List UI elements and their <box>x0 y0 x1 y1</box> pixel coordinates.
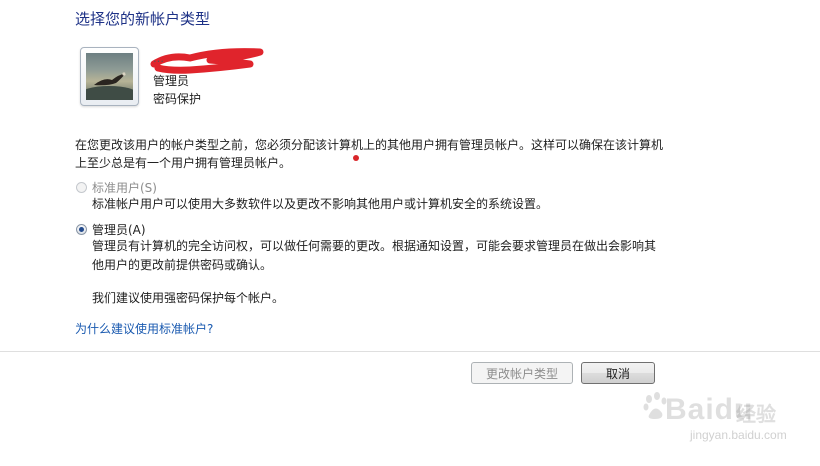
account-name: … <box>153 52 164 65</box>
account-type: 管理员 <box>153 74 190 88</box>
baidu-paw-icon <box>643 392 667 419</box>
eagle-picture-icon <box>86 53 133 100</box>
standard-user-radio[interactable] <box>76 182 87 193</box>
change-type-description: 在您更改该用户的帐户类型之前，您必须分配该计算机上的其他用户拥有管理员帐户。这样… <box>75 138 664 170</box>
account-protection: 密码保护 <box>153 92 202 106</box>
red-annotation-dot <box>353 155 359 161</box>
footer-divider <box>0 351 820 352</box>
why-standard-account-link[interactable]: 为什么建议使用标准帐户? <box>75 320 213 337</box>
account-avatar <box>80 47 139 106</box>
cancel-button[interactable]: 取消 <box>581 362 655 384</box>
standard-user-label: 标准用户(S) <box>92 181 157 195</box>
standard-user-option[interactable]: 标准用户(S) <box>76 179 157 196</box>
admin-option[interactable]: 管理员(A) <box>76 221 146 238</box>
standard-user-description: 标准帐户用户可以使用大多数软件以及更改不影响其他用户或计算机安全的系统设置。 <box>92 197 549 211</box>
change-account-type-button[interactable]: 更改帐户类型 <box>471 362 573 384</box>
admin-radio[interactable] <box>76 224 87 235</box>
watermark-sub: 经验 <box>736 402 776 426</box>
password-recommendation: 我们建议使用强密码保护每个帐户。 <box>92 291 285 305</box>
admin-label: 管理员(A) <box>92 223 146 237</box>
page-title: 选择您的新帐户类型 <box>75 10 211 28</box>
admin-description: 管理员有计算机的完全访问权，可以做任何需要的更改。根据通知设置，可能会要求管理员… <box>92 239 657 272</box>
watermark-url: jingyan.baidu.com <box>690 428 787 442</box>
